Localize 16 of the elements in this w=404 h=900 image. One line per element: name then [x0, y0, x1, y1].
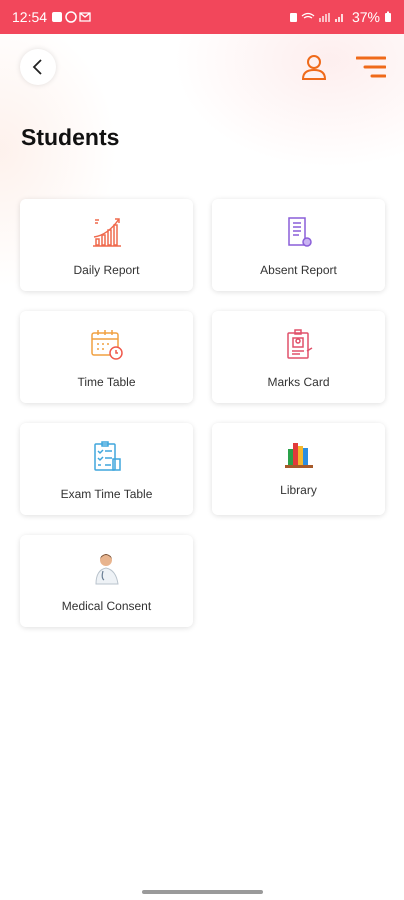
menu-tile[interactable]: Time Table	[20, 311, 193, 403]
menu-icon[interactable]	[356, 54, 386, 80]
status-time: 12:54	[12, 9, 48, 25]
calendar-clock-icon	[88, 327, 124, 361]
battery-percentage: 37%	[352, 9, 380, 25]
back-button[interactable]	[20, 49, 56, 85]
menu-tile[interactable]: Daily Report	[20, 199, 193, 291]
menu-tile[interactable]: Exam Time Table	[20, 423, 193, 515]
profile-icon[interactable]	[300, 53, 328, 81]
page-title: Students	[21, 124, 120, 151]
notification-icons	[51, 11, 94, 23]
menu-tile[interactable]: Library	[212, 423, 385, 515]
menu-tile[interactable]: Medical Consent	[20, 535, 193, 627]
battery-icon	[384, 11, 392, 23]
menu-tile[interactable]: Absent Report	[212, 199, 385, 291]
menu-tile[interactable]: Marks Card	[212, 311, 385, 403]
